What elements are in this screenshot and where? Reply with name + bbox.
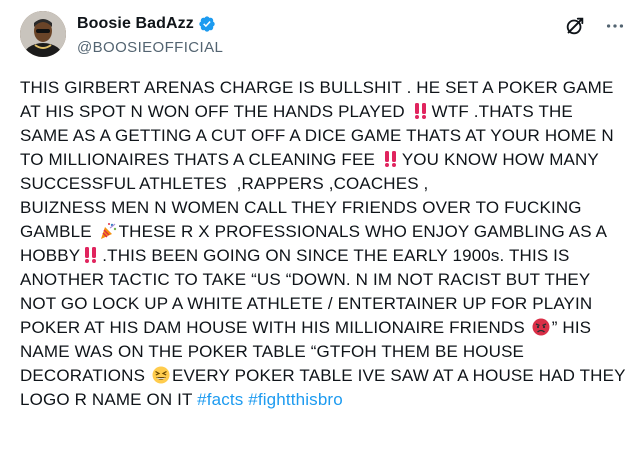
double-exclamation-emoji [382,150,400,168]
avatar-image [20,11,66,57]
party-popper-emoji [99,222,117,240]
author-avatar[interactable] [20,11,66,57]
author-names: Boosie BadAzz @BOOSIEOFFICIAL [77,13,223,58]
more-options-icon[interactable] [604,15,626,37]
tweet-header: Boosie BadAzz @BOOSIEOFFICIAL [20,11,626,59]
tweet-text-segment: .THIS BEEN GOING ON SINCE THE EARLY 1900… [20,246,598,337]
tweet-card: Boosie BadAzz @BOOSIEOFFICIAL THIS GIRBE… [0,0,640,456]
angry-face-emoji [532,318,550,336]
grok-icon[interactable] [564,15,586,37]
double-exclamation-emoji [412,102,430,120]
verified-badge-icon[interactable] [198,15,216,33]
grinning-squinting-face-emoji [152,366,170,384]
header-actions [564,15,626,37]
hashtag-link-fightthisbro[interactable]: #fightthisbro [248,390,343,409]
display-name-row: Boosie BadAzz [77,13,223,35]
author-handle[interactable]: @BOOSIEOFFICIAL [77,38,223,58]
hashtag-link-facts[interactable]: #facts [197,390,243,409]
tweet-text: THIS GIRBERT ARENAS CHARGE IS BULLSHIT .… [20,76,626,412]
author-display-name[interactable]: Boosie BadAzz [77,14,194,34]
double-exclamation-emoji [82,246,100,264]
